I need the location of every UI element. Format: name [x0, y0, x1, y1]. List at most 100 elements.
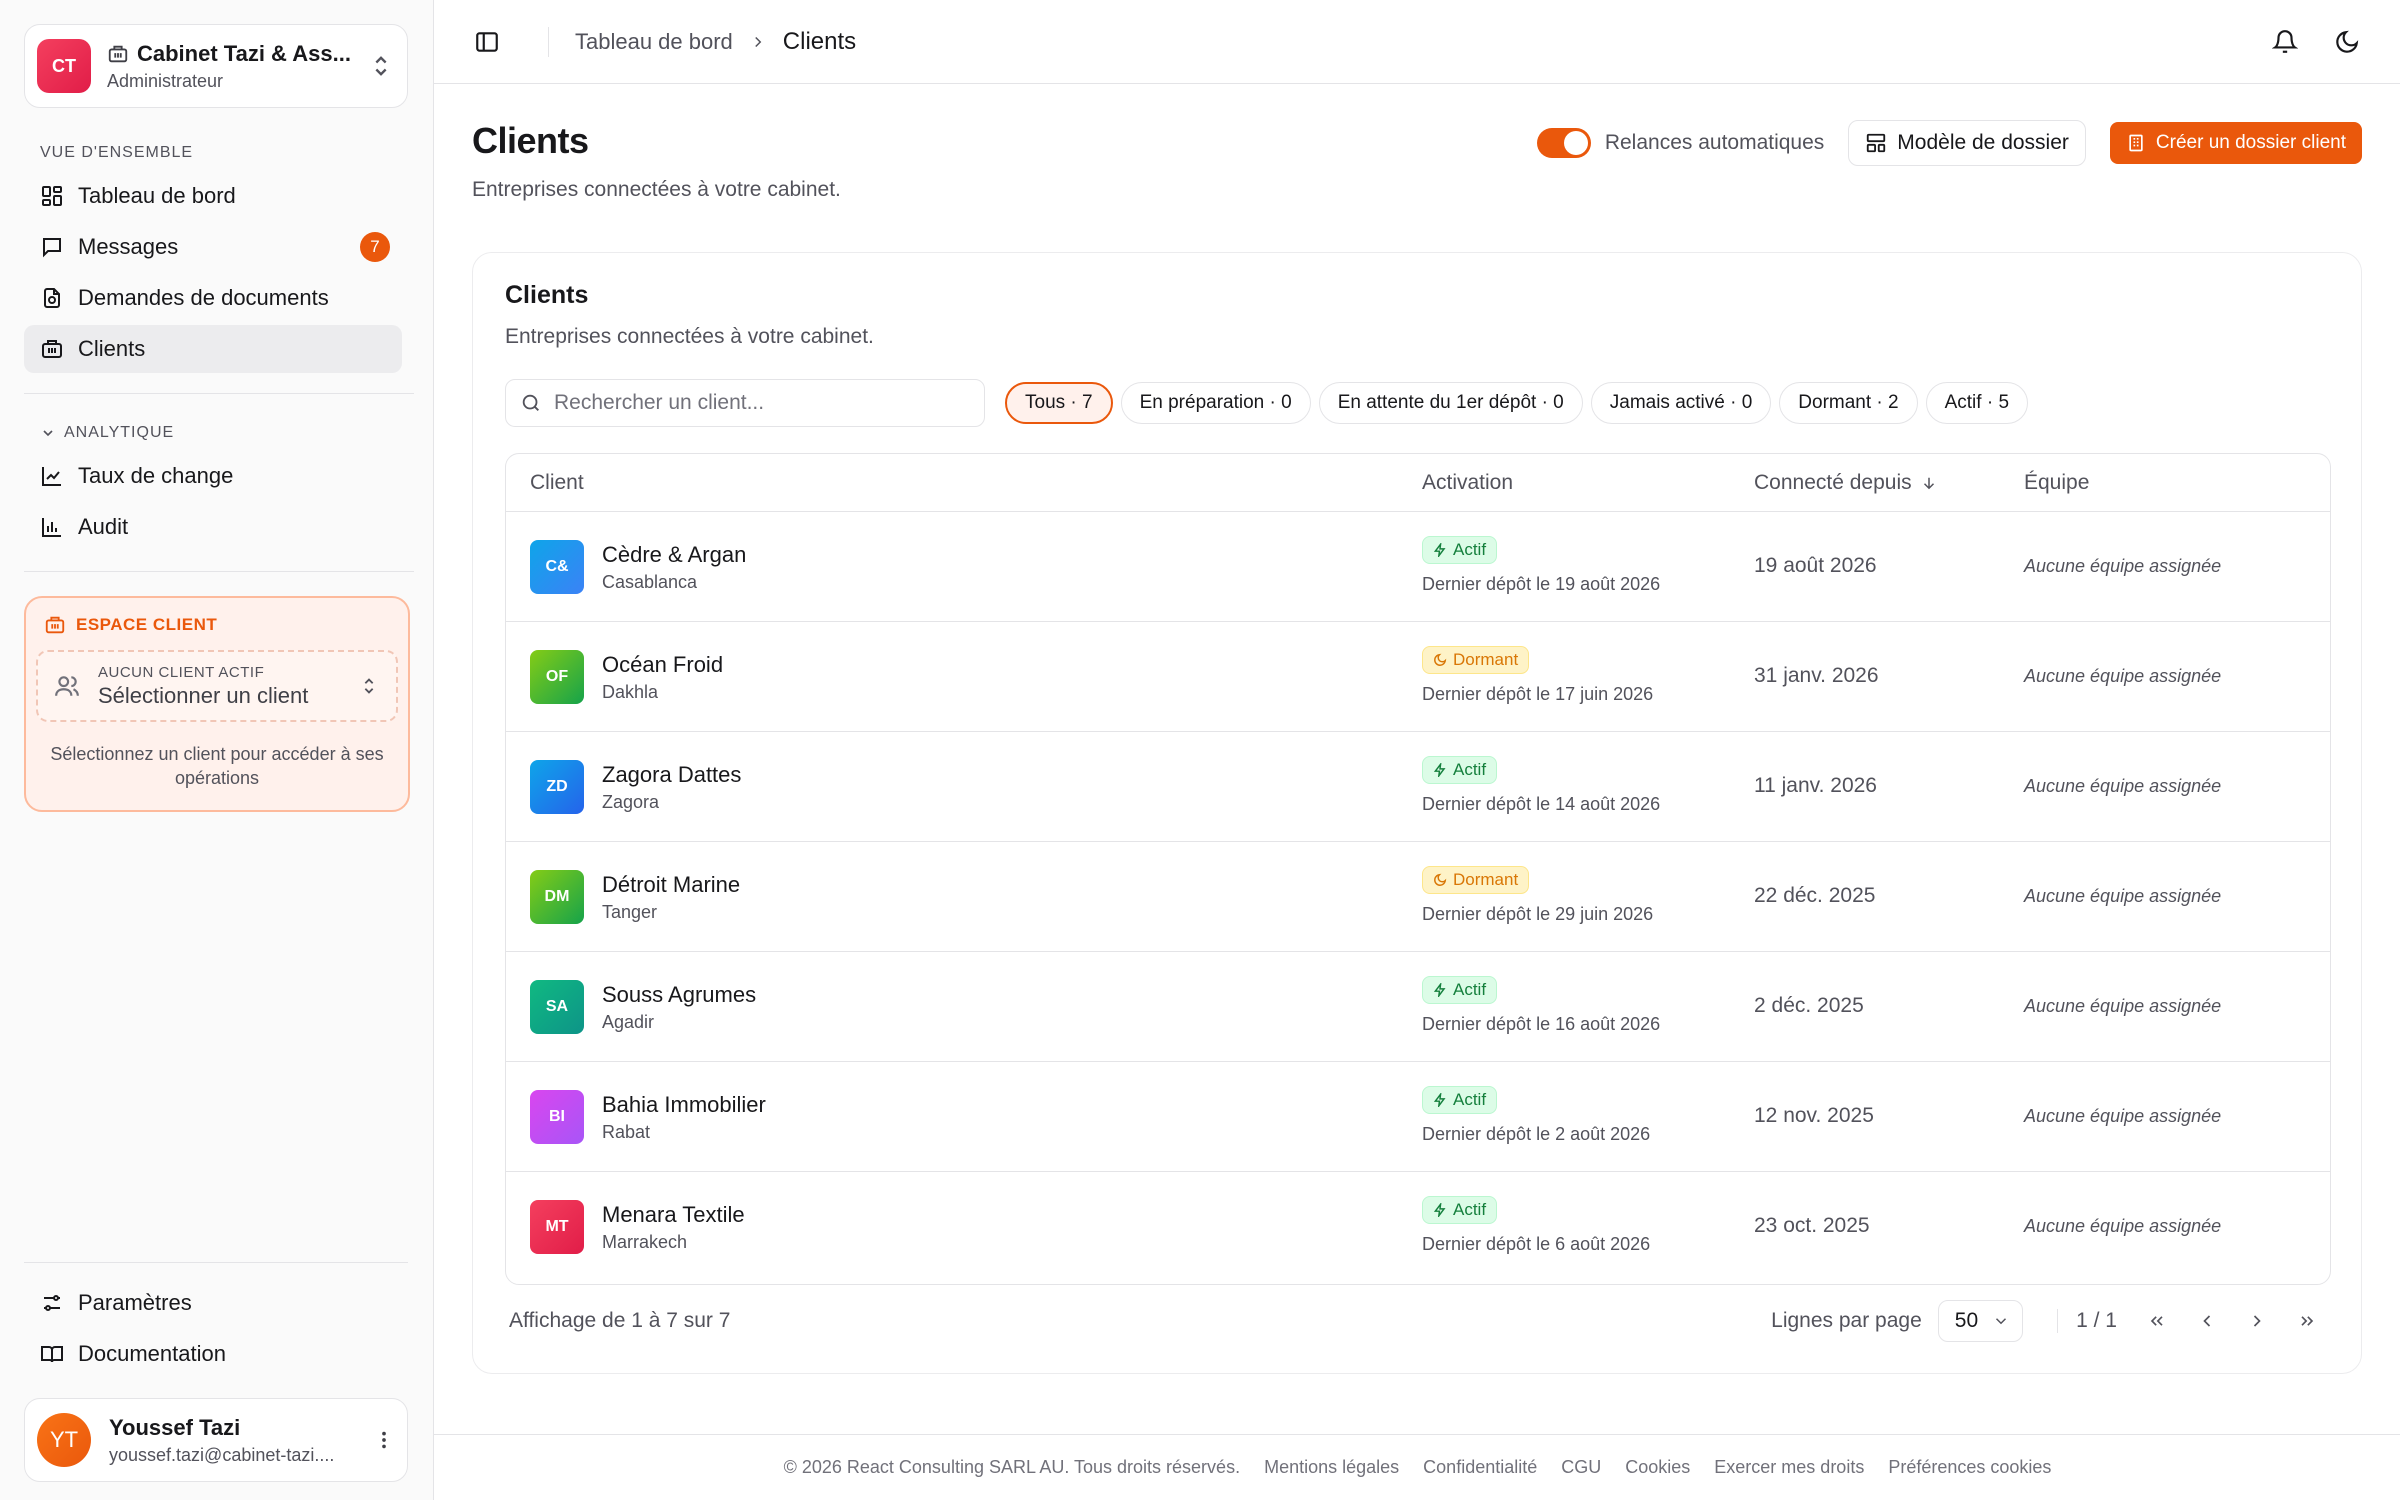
table-row[interactable]: ZD Zagora Dattes Zagora Actif Dernier dépôt …	[506, 732, 2330, 842]
folder-template-button[interactable]: Modèle de dossier	[1848, 120, 2086, 166]
nav-label: Documentation	[78, 1341, 226, 1366]
nav-dashboard[interactable]: Tableau de bord	[24, 172, 402, 220]
table-row[interactable]: DM Détroit Marine Tanger Dormant Dernier dép…	[506, 842, 2330, 952]
client-name[interactable]: Océan Froid	[602, 652, 723, 678]
breadcrumb-parent[interactable]: Tableau de bord	[575, 29, 733, 55]
last-page-button[interactable]	[2287, 1301, 2327, 1341]
footer-cookie-prefs-link[interactable]: Préférences cookies	[1888, 1457, 2051, 1478]
moon-clock-icon	[1434, 653, 1447, 666]
nav-label: Clients	[78, 336, 146, 361]
first-page-button[interactable]	[2137, 1301, 2177, 1341]
create-client-folder-label: Créer un dossier client	[2155, 132, 2346, 153]
chevron-down-icon	[43, 430, 53, 437]
filter-in-preparation[interactable]: En préparation · 0	[1120, 382, 1311, 424]
nav-documentation[interactable]: Documentation	[24, 1330, 402, 1378]
search-box	[505, 379, 985, 427]
clients-table: Client Activation Connecté depuis Équipe…	[505, 453, 2331, 1285]
more-vertical-icon[interactable]	[373, 1429, 395, 1451]
last-deposit: Dernier dépôt le 17 juin 2026	[1422, 684, 1654, 704]
divider	[24, 571, 414, 572]
section-analytics[interactable]: ANALYTIQUE	[40, 424, 408, 442]
rows-per-page-select[interactable]: 50	[1937, 1300, 2024, 1342]
nav-exchange-rates[interactable]: Taux de change	[24, 452, 402, 500]
status-badge: Actif	[1422, 1196, 1498, 1224]
client-logo: BI	[530, 1090, 584, 1144]
nav-audit[interactable]: Audit	[24, 503, 402, 551]
table-row[interactable]: C& Cèdre & Argan Casablanca Actif Dernier dé…	[506, 512, 2330, 622]
header-client: Client	[530, 470, 584, 494]
moon-icon[interactable]	[2334, 29, 2360, 55]
filter-never-activated[interactable]: Jamais activé · 0	[1590, 382, 1772, 424]
nav-settings[interactable]: Paramètres	[24, 1279, 402, 1327]
client-city: Rabat	[602, 1122, 651, 1142]
connected-since: 31 janv. 2026	[1754, 664, 1879, 687]
chevrons-updown-icon	[364, 678, 374, 694]
section-overview: VUE D'ENSEMBLE	[40, 144, 194, 161]
auto-reminders-toggle[interactable]	[1536, 128, 1591, 158]
layout-template-icon	[1867, 133, 1886, 153]
client-name[interactable]: Bahia Immobilier	[602, 1092, 766, 1118]
org-switcher[interactable]: CT Cabinet Tazi & Ass... Administrateur	[24, 24, 408, 108]
header-connected-since[interactable]: Connecté depuis	[1754, 471, 1938, 495]
team-assignment: Aucune équipe assignée	[2024, 666, 2222, 686]
table-row[interactable]: SA Souss Agrumes Agadir Actif Dernier dépôt …	[506, 952, 2330, 1062]
footer-privacy-link[interactable]: Confidentialité	[1423, 1457, 1537, 1478]
connected-since: 22 déc. 2025	[1754, 884, 1876, 907]
client-selector-label: AUCUN CLIENT ACTIF	[98, 663, 265, 681]
create-client-folder-button[interactable]: Créer un dossier client	[2109, 122, 2362, 164]
client-name[interactable]: Menara Textile	[602, 1202, 745, 1228]
filter-all[interactable]: Tous · 7	[1005, 382, 1113, 424]
client-name[interactable]: Zagora Dattes	[602, 762, 741, 788]
building-office-icon	[2129, 134, 2143, 152]
filter-awaiting-first-deposit[interactable]: En attente du 1er dépôt · 0	[1318, 382, 1583, 424]
divider	[24, 393, 414, 394]
client-space-title: ESPACE CLIENT	[76, 615, 218, 634]
nav-label: Messages	[78, 234, 179, 259]
search-input[interactable]	[554, 391, 970, 415]
footer-cookies-link[interactable]: Cookies	[1625, 1457, 1690, 1478]
building-icon	[45, 616, 65, 634]
last-deposit: Dernier dépôt le 29 juin 2026	[1422, 904, 1654, 924]
client-city: Marrakech	[602, 1232, 688, 1252]
bolt-icon	[1433, 1203, 1446, 1217]
status-label: Actif	[1453, 1090, 1487, 1109]
table-row[interactable]: MT Menara Textile Marrakech Actif Dernier dé…	[506, 1172, 2330, 1282]
sidebar-toggle-icon[interactable]	[474, 29, 500, 55]
nav-messages[interactable]: Messages 7	[24, 223, 402, 271]
user-email: youssef.tazi@cabinet-tazi....	[109, 1444, 335, 1465]
nav-clients[interactable]: Clients	[24, 325, 402, 373]
user-menu[interactable]: YT Youssef Tazi youssef.tazi@cabinet-taz…	[24, 1398, 408, 1482]
table-row[interactable]: BI Bahia Immobilier Rabat Actif Dernier dépô…	[506, 1062, 2330, 1172]
pagination-summary: Affichage de 1 à 7 sur 7	[509, 1309, 731, 1332]
footer: © 2026 React Consulting SARL AU. Tous dr…	[434, 1434, 2400, 1500]
status-label: Dormant	[1453, 650, 1519, 669]
search-icon	[522, 394, 539, 411]
footer-rights-link[interactable]: Exercer mes droits	[1714, 1457, 1864, 1478]
rows-per-page-label: Lignes par page	[1771, 1309, 1922, 1332]
footer-legal-link[interactable]: Mentions légales	[1264, 1457, 1399, 1478]
nav-document-requests[interactable]: Demandes de documents	[24, 274, 402, 322]
status-label: Actif	[1453, 980, 1487, 999]
client-city: Tanger	[602, 902, 658, 922]
client-name[interactable]: Souss Agrumes	[602, 982, 756, 1008]
main-content: Tableau de bord Clients Clients Entrepri…	[433, 0, 2400, 1500]
document-request-icon	[44, 288, 60, 308]
client-name[interactable]: Cèdre & Argan	[602, 542, 746, 568]
avatar: YT	[37, 1413, 91, 1467]
chevron-right-icon	[755, 36, 762, 47]
next-page-button[interactable]	[2237, 1301, 2277, 1341]
filter-active[interactable]: Actif · 5	[1925, 382, 2029, 424]
filter-dormant[interactable]: Dormant · 2	[1779, 382, 1918, 424]
client-selector[interactable]: AUCUN CLIENT ACTIF Sélectionner un clien…	[36, 650, 398, 722]
prev-page-button[interactable]	[2187, 1301, 2227, 1341]
client-name[interactable]: Détroit Marine	[602, 872, 740, 898]
messages-count-badge: 7	[360, 232, 390, 262]
table-row[interactable]: OF Océan Froid Dakhla Dormant Dernier dépôt …	[506, 622, 2330, 732]
bell-icon[interactable]	[2272, 29, 2298, 55]
rows-per-page-value: 50	[1954, 1309, 1979, 1332]
team-assignment: Aucune équipe assignée	[2024, 776, 2222, 796]
settings-sliders-icon	[44, 1295, 60, 1311]
users-icon	[55, 676, 79, 696]
footer-terms-link[interactable]: CGU	[1561, 1457, 1601, 1478]
moon-clock-icon	[1434, 873, 1447, 886]
